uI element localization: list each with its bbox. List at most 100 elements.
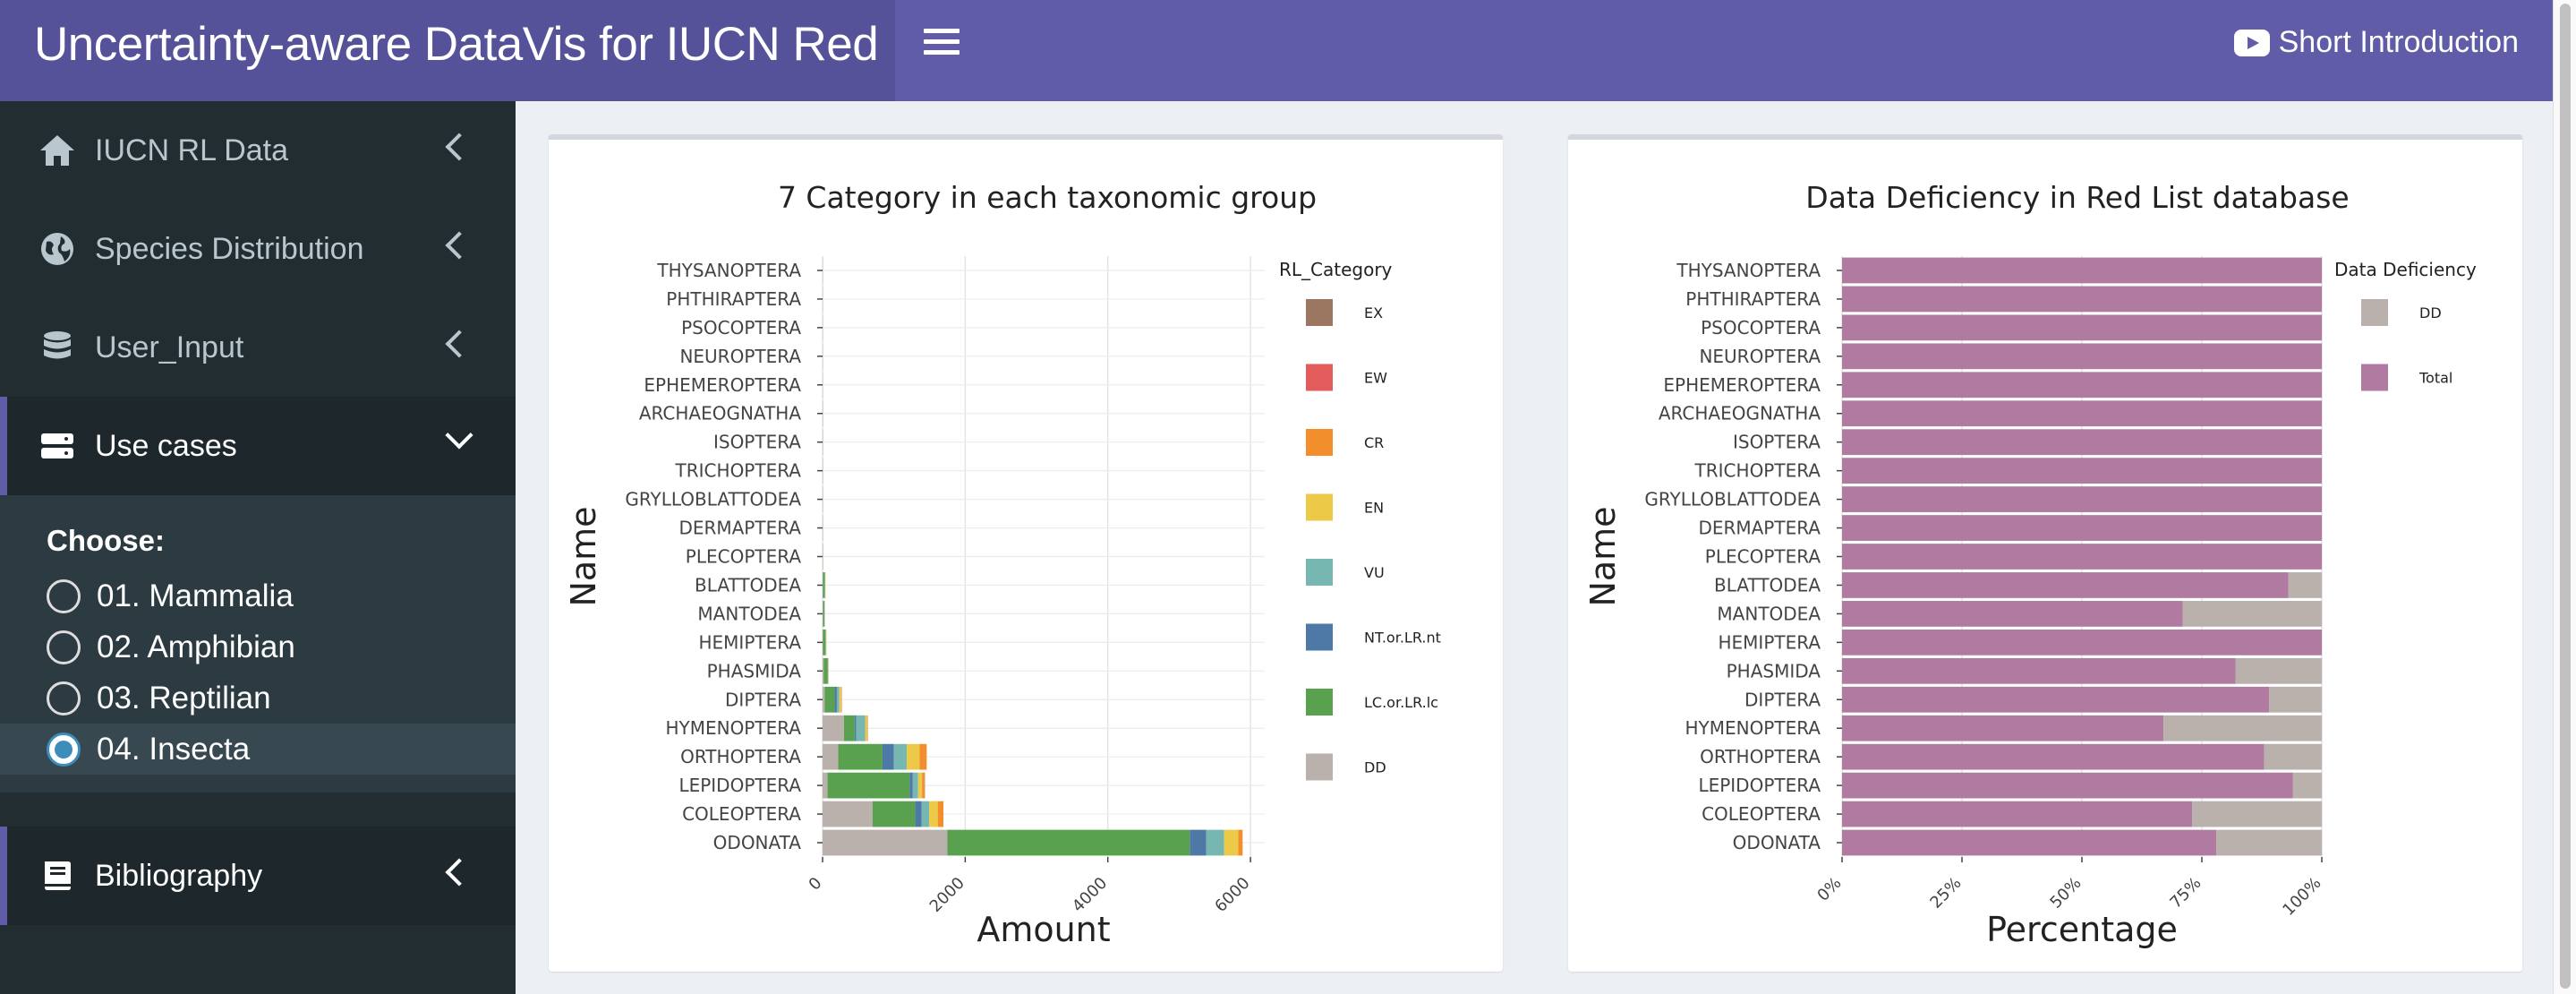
bar-segment [915,801,922,827]
radio-button[interactable] [47,630,81,664]
bar-segment [840,686,842,713]
bar-segment [2235,657,2322,684]
y-tick-label: COLEOPTERA [682,803,801,825]
radio-option-mammalia[interactable]: 01. Mammalia [0,570,516,621]
sidebar-item-user-input[interactable]: User_Input [0,298,516,397]
bar-segment [1842,429,2322,456]
bar-segment [836,686,840,713]
bar-segment [919,743,927,770]
legend-swatch [1306,364,1333,391]
x-tick-label: 0 [806,874,826,895]
bar-segment [2163,715,2322,741]
y-tick-label: LEPIDOPTERA [1698,775,1821,796]
category-chart: 7 Category in each taxonomic group0 2000 4… [564,180,1441,949]
short-introduction-label: Short Introduction [2278,25,2519,59]
bar-segment [1842,829,2217,856]
legend-swatch [1306,429,1333,456]
y-tick-label: ORTHOPTERA [680,746,801,767]
y-tick-label: GRYLLOBLATTODEA [1644,489,1821,510]
bar-segment [823,829,948,856]
bar-segment [1842,629,2322,656]
page-scrollbar[interactable] [2553,0,2576,994]
radio-button-selected[interactable] [47,732,81,767]
bar-segment [856,715,866,741]
y-tick-label: PHTHIRAPTERA [666,288,801,310]
legend-swatch [1306,623,1333,651]
use-cases-submenu: Choose: 01. Mammalia 02. Amphibian 03. R… [0,495,516,793]
bar-segment [1842,544,2322,570]
legend-swatch [1306,689,1333,716]
bar-segment [937,801,944,827]
database-icon [38,328,77,367]
server-icon [38,426,77,466]
sidebar-item-bibliography[interactable]: Bibliography [0,827,516,925]
y-axis-label: Name [1583,506,1623,606]
bar-segment [1842,743,2265,770]
y-tick-label: EPHEMEROPTERA [644,374,801,396]
chevron-down-icon [445,421,473,450]
bar-segment [823,686,825,713]
sidebar-item-label: Use cases [95,428,237,463]
radio-button[interactable] [47,578,81,613]
app-title[interactable]: Uncertainty-aware DataVis for IUCN Red L… [0,0,895,160]
x-tick-label: 2000 [926,874,968,916]
bar-segment [1842,400,2322,427]
bar-segment [823,601,825,627]
chevron-left-icon [445,231,473,260]
bar-segment [1842,486,2322,512]
sidebar-item-iucn-rl-data[interactable]: IUCN RL Data [0,101,516,200]
y-tick-label: ARCHAEOGNATHA [1659,403,1821,424]
radio-button[interactable] [47,681,81,716]
x-axis-label: Percentage [1986,910,2178,949]
bar-segment [823,657,828,684]
bar-segment [866,715,868,741]
bar-segment [893,743,908,770]
bar-segment [947,829,1190,856]
radio-option-insecta[interactable]: 04. Insecta [0,724,516,775]
bar-segment [2288,572,2322,598]
globe-icon [38,229,77,269]
x-tick-label: 25% [1926,874,1965,913]
bar-segment [1842,458,2322,484]
y-tick-label: ISOPTERA [713,432,801,453]
chart-box-data-deficiency: Data Deficiency in Red List database 0% 25… [1568,134,2522,972]
radio-label: 04. Insecta [97,731,251,767]
y-tick-label: EPHEMEROPTERA [1663,374,1821,396]
bar-segment [823,801,873,827]
sidebar-toggle-icon[interactable] [924,29,960,64]
y-tick-label: PHASMIDA [707,660,802,681]
legend-label: VU [1364,564,1385,581]
sidebar-item-use-cases[interactable]: Use cases [0,397,516,495]
radio-label: 02. Amphibian [97,629,295,664]
y-tick-label: DIPTERA [1744,689,1821,710]
y-tick-label: ODONATA [713,832,802,853]
bar-segment [865,715,867,741]
x-tick-label: 50% [2046,874,2085,913]
y-tick-label: LEPIDOPTERA [678,775,801,796]
sidebar-item-species-distribution[interactable]: Species Distribution [0,200,516,298]
bar-segment [1842,686,2270,713]
legend-label: DD [2419,304,2442,321]
y-tick-label: PHASMIDA [1727,660,1821,681]
scrollbar-thumb[interactable] [2560,4,2571,989]
radio-label: 03. Reptilian [97,680,271,716]
radio-option-amphibian[interactable]: 02. Amphibian [0,621,516,673]
y-tick-label: PLECOPTERA [686,546,802,568]
sidebar-item-label: IUCN RL Data [95,133,289,167]
legend-label: EN [1364,500,1384,517]
legend-swatch [1306,753,1333,781]
legend-swatch [1306,559,1333,586]
chart-title: 7 Category in each taxonomic group [778,180,1317,215]
bar-segment [917,772,923,799]
short-introduction-link[interactable]: Short Introduction [2233,25,2519,60]
radio-label: 01. Mammalia [97,578,294,613]
bar-segment [2216,829,2322,856]
x-tick-label: 75% [2166,874,2205,913]
y-tick-label: HEMIPTERA [1718,631,1821,653]
y-tick-label: PSOCOPTERA [1701,317,1821,338]
bar-segment [834,686,837,713]
radio-option-reptilian[interactable]: 03. Reptilian [0,673,516,724]
y-tick-label: PLECOPTERA [1705,546,1821,568]
legend-label: NT.or.LR.nt [1364,630,1441,647]
bar-segment [823,715,844,741]
